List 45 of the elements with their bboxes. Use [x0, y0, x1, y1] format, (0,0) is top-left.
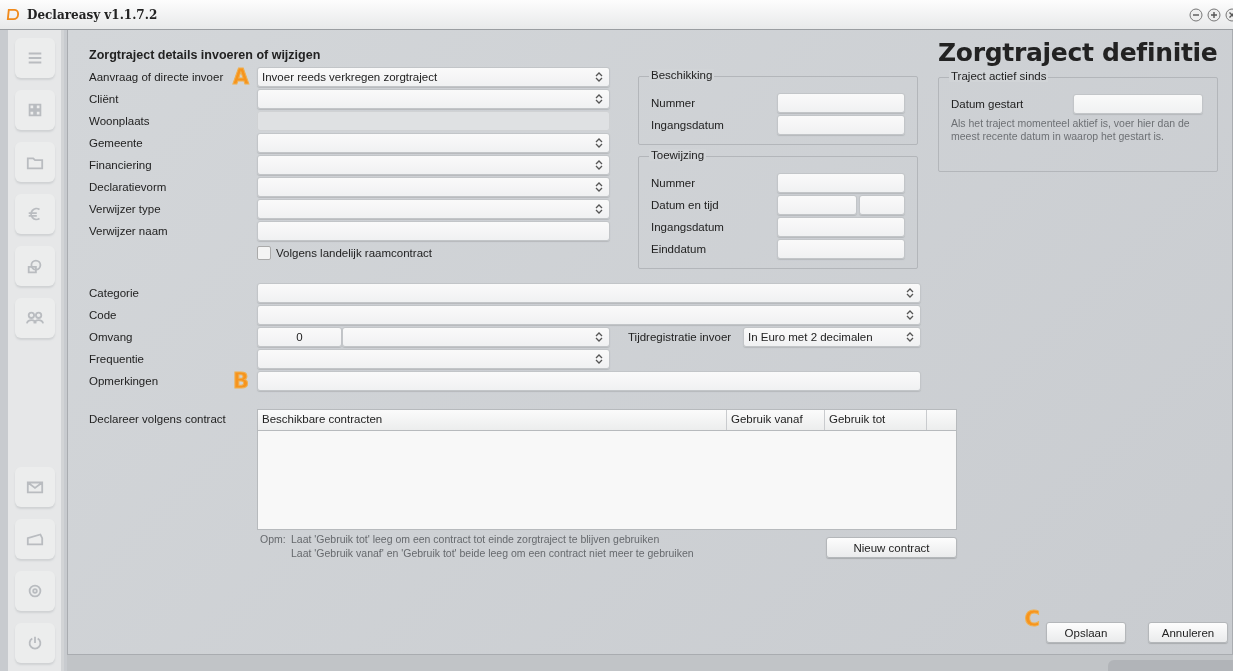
dropdown[interactable]: In Euro met 2 decimalen — [743, 327, 921, 347]
group-title: Beschikking — [649, 69, 715, 81]
field-label: Gemeente — [89, 137, 143, 149]
column-header[interactable]: Gebruik vanaf — [727, 410, 825, 430]
dropdown[interactable]: Invoer reeds verkregen zorgtraject — [257, 67, 610, 87]
field-label: Declareer volgens contract — [89, 412, 227, 427]
group-title: Traject actief sinds — [949, 70, 1049, 82]
note-label: Opm: — [259, 532, 287, 547]
field-label: Datum gestart — [951, 98, 1025, 110]
field-label: Ingangsdatum — [651, 119, 725, 131]
field-label: Datum en tijd — [651, 199, 720, 211]
field-label: Woonplaats — [89, 115, 150, 127]
note-text: Laat 'Gebruik vanaf' en 'Gebruik tot' beide leeg om een contract niet meer te gebruiken — [291, 546, 694, 560]
field-label: Nummer — [651, 97, 697, 109]
field-label: Verwijzer naam — [89, 225, 168, 237]
callout-letter: B — [233, 371, 249, 391]
field-label: Financiering — [89, 159, 152, 171]
new-contract-button[interactable]: Nieuw contract — [826, 537, 957, 558]
save-button[interactable]: Opslaan — [1046, 622, 1126, 643]
checkbox-label: Volgens landelijk raamcontract — [276, 247, 432, 259]
column-header[interactable]: Beschikbare contracten — [258, 410, 727, 430]
field-label: Einddatum — [651, 243, 707, 255]
field-label: Cliënt — [89, 93, 119, 105]
field-label: Categorie — [89, 287, 139, 299]
column-header[interactable]: Gebruik tot — [825, 410, 927, 430]
field-label: Code — [89, 309, 117, 321]
field-label: Omvang — [89, 331, 133, 343]
group-title: Toewijzing — [649, 149, 707, 161]
field-label: Nummer — [651, 177, 697, 189]
field-label: Aanvraag of directe invoer — [89, 71, 224, 83]
field-label: Tijdregistratie invoer — [628, 331, 733, 343]
number-field[interactable]: 0 — [257, 327, 342, 347]
field-label: Verwijzer type — [89, 203, 161, 215]
cancel-button[interactable]: Annuleren — [1148, 622, 1228, 643]
page-title: Zorgtraject definitie — [938, 38, 1219, 69]
window-title: Declareasy v1.1.7.2 — [27, 7, 158, 22]
callout-letter: A — [232, 67, 249, 87]
field-label: Frequentie — [89, 353, 144, 365]
callout-letter: C — [1024, 609, 1040, 629]
note-text: Laat 'Gebruik tot' leeg om een contract tot einde zorgtraject te blijven gebruiken — [291, 532, 661, 546]
field-label: Ingangsdatum — [651, 221, 725, 233]
field-label: Opmerkingen — [89, 375, 159, 387]
hint-text: Als het traject momenteel aktief is, voer hier dan de meest recente datum in waarop het gestart is. — [951, 117, 1191, 143]
section-heading: Zorgtraject details invoeren of wijzigen — [89, 48, 322, 62]
field-label: Declaratievorm — [89, 181, 167, 193]
